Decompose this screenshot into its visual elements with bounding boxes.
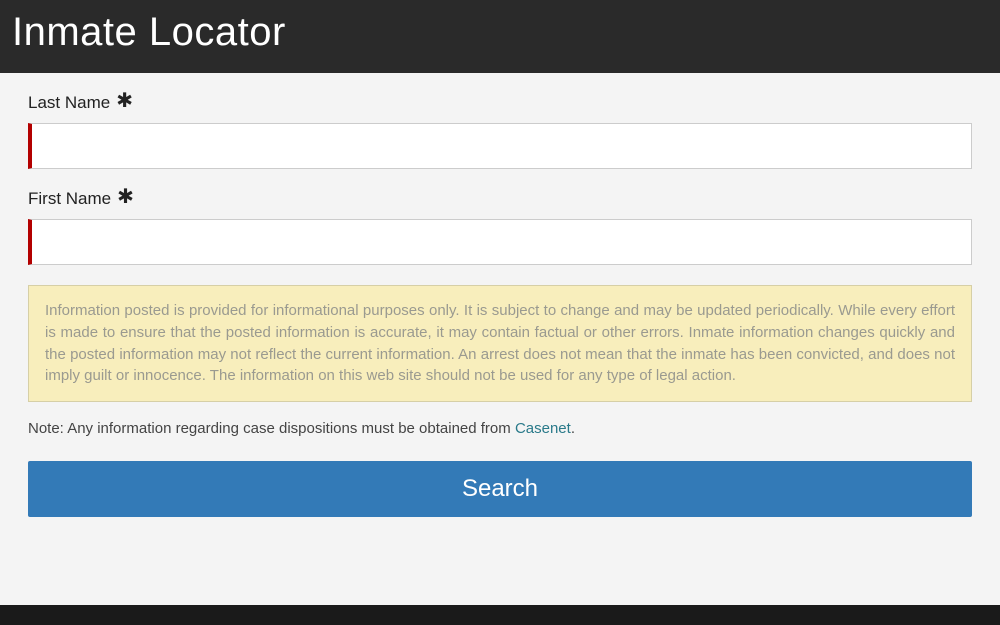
first-name-label: First Name ✱: [28, 189, 134, 209]
last-name-group: Last Name ✱: [28, 93, 972, 169]
note-line: Note: Any information regarding case dis…: [28, 420, 972, 437]
last-name-label-text: Last Name: [28, 93, 110, 113]
page-header: Inmate Locator: [0, 0, 1000, 73]
disclaimer-box: Information posted is provided for infor…: [28, 285, 972, 402]
required-asterisk-icon: ✱: [116, 91, 133, 111]
search-button[interactable]: Search: [28, 461, 972, 517]
first-name-group: First Name ✱: [28, 189, 972, 265]
required-asterisk-icon: ✱: [117, 187, 134, 207]
last-name-label: Last Name ✱: [28, 93, 133, 113]
first-name-label-text: First Name: [28, 189, 111, 209]
casenet-link[interactable]: Casenet: [515, 420, 571, 437]
page-title: Inmate Locator: [12, 10, 988, 55]
main-content: Last Name ✱ First Name ✱ Information pos…: [0, 73, 1000, 537]
first-name-input[interactable]: [28, 219, 972, 265]
last-name-input[interactable]: [28, 123, 972, 169]
note-suffix: .: [571, 420, 575, 437]
note-prefix: Note: Any information regarding case dis…: [28, 420, 515, 437]
disclaimer-text: Information posted is provided for infor…: [45, 300, 955, 387]
page-footer: [0, 605, 1000, 625]
